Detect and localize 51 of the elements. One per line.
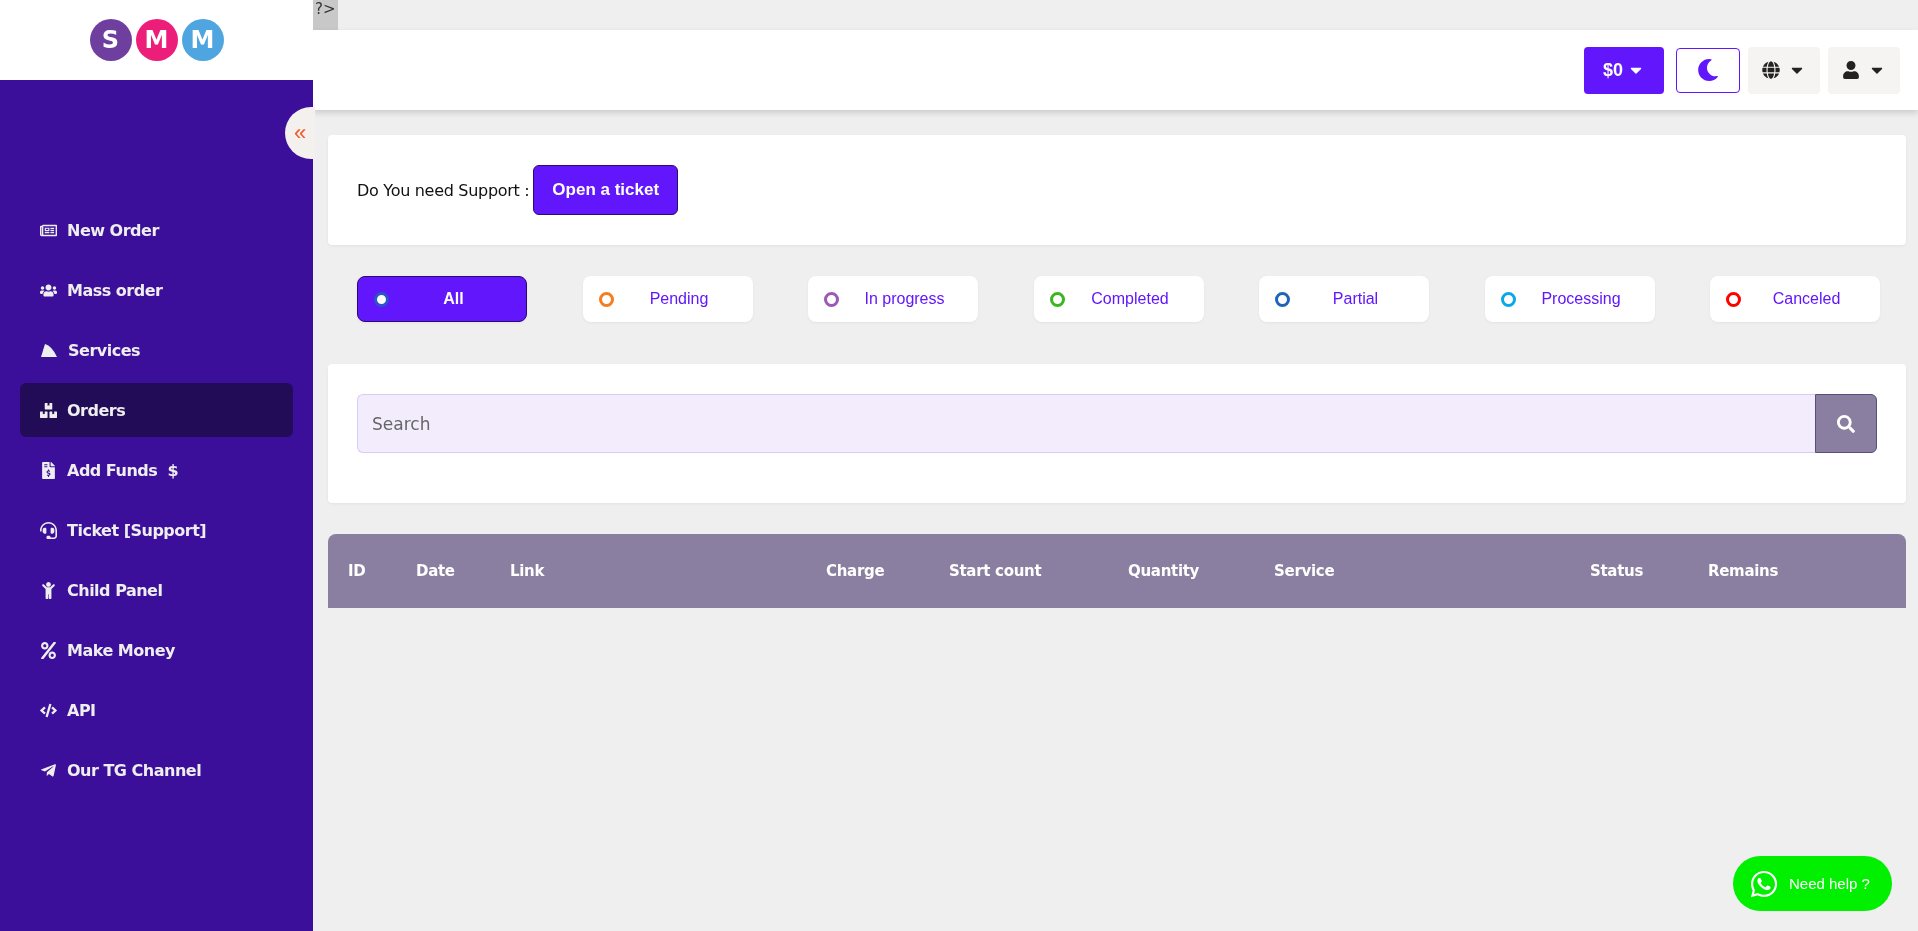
status-filter-tab[interactable]: All [357, 276, 527, 322]
status-filter-tab[interactable]: Completed [1033, 276, 1204, 322]
sidebar-item[interactable]: API [20, 683, 293, 737]
fin-icon [40, 342, 58, 358]
logo-letter: M [181, 19, 224, 61]
column-header: Remains [1708, 562, 1780, 580]
moon-icon [1697, 59, 1719, 81]
status-filter-tab[interactable]: Canceled [1710, 276, 1880, 322]
open-ticket-button[interactable]: Open a ticket [533, 165, 679, 215]
user-button[interactable] [1828, 46, 1900, 94]
theme-button[interactable] [1676, 47, 1740, 93]
child-icon [40, 581, 57, 599]
search-button[interactable] [1815, 394, 1877, 453]
paper-plane-icon [40, 761, 57, 779]
column-header: Date [416, 562, 456, 580]
column-header: Charge [826, 562, 886, 580]
stray-text: ?> [313, 0, 338, 32]
support-text: Do You need Support : [357, 180, 530, 200]
column-header: Service [1274, 562, 1336, 580]
column-header: Quantity [1128, 562, 1201, 580]
status-filter-tab[interactable]: Pending [582, 276, 753, 322]
percent-icon [40, 641, 57, 659]
sidebar-item[interactable]: Add Funds $ [20, 443, 293, 497]
sidebar-item[interactable]: Services [20, 323, 293, 377]
sidebar-item[interactable]: Make Money [20, 623, 293, 677]
status-filter-tab[interactable]: In progress [808, 276, 978, 322]
language-button[interactable] [1748, 46, 1820, 94]
search-field[interactable]: Search [357, 394, 1815, 453]
boxes-icon [40, 401, 57, 419]
status-filter-tab[interactable]: Partial [1259, 276, 1429, 322]
column-header: Status [1590, 562, 1645, 580]
user-icon [1842, 61, 1860, 79]
column-header: ID [348, 562, 367, 580]
column-header: Link [510, 562, 546, 580]
status-filter-tab[interactable]: Processing [1484, 276, 1655, 322]
globe-icon [1762, 61, 1780, 79]
sidebar-item[interactable]: Mass order [20, 263, 293, 317]
balance-button[interactable]: $0 [1584, 46, 1664, 94]
sidebar-item[interactable]: New Order [20, 203, 293, 257]
logo-letter: S [89, 19, 132, 61]
headset-icon [40, 521, 57, 539]
invoice-icon [40, 461, 57, 479]
column-header: Start count [949, 562, 1043, 580]
logo-letter: M [135, 19, 178, 61]
code-icon [40, 701, 57, 719]
sidebar-item[interactable]: Orders [20, 383, 293, 437]
sidebar-item[interactable]: Ticket [Support] [20, 503, 293, 557]
whatsapp-icon [1749, 868, 1779, 899]
sidebar-item[interactable]: Child Panel [20, 563, 293, 617]
sidebar-item[interactable]: Our TG Channel [20, 743, 293, 797]
search-icon [1837, 414, 1855, 433]
